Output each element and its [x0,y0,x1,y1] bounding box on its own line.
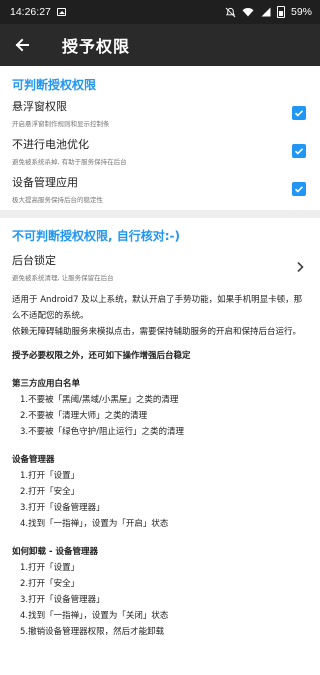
check-icon [294,110,304,117]
info-text: 适用于 Android7 及以上系统，默认开启了手势功能，如果手机明显卡顿，那么… [0,292,320,640]
page-title: 授予权限 [62,37,131,56]
battery-icon [276,6,285,18]
back-arrow-icon [15,38,29,52]
permission-row-device-admin[interactable]: 设备管理应用 极大提高服务保持后台的稳定性 [0,170,320,208]
section-title-unjudged: 不可判断授权权限, 自行核对:-) [12,228,181,243]
battery-percent: 59% [290,6,312,18]
setting-desc: 避免被系统清理, 让服务保留在后台 [12,274,114,282]
uninstall-heading: 如何卸载 - 设备管理器 [12,547,98,557]
check-icon [294,186,304,193]
list-item: 3.打开「设备管理器」 [20,595,105,605]
info-emphasis: 授予必要权限之外，还可如下操作增强后台稳定 [12,351,191,361]
section-title-judged: 可判断授权权限 [12,77,97,92]
status-time: 14:26:27 [10,6,51,18]
info-paragraph: 适用于 Android7 及以上系统，默认开启了手势功能，如果手机明显卡顿，那么… [12,295,303,321]
device-admin-checkbox[interactable] [292,182,306,196]
list-item: 4.找到「一指禅」，设置为「开启」状态 [20,519,169,529]
list-item: 1.打开「设置」 [20,471,80,481]
battery-optimization-checkbox[interactable] [292,144,306,158]
list-item: 1.打开「设置」 [20,563,80,573]
section-divider [0,210,320,218]
list-item: 2.不要被「清理大师」之类的清理 [20,411,148,421]
device-admin-heading: 设备管理器 [12,455,55,465]
whitelist-heading: 第三方应用白名单 [12,379,81,389]
background-lock-row[interactable]: 后台锁定 避免被系统清理, 让服务保留在后台 [0,246,320,288]
signal-icon [261,7,271,17]
setting-label: 后台锁定 [12,254,56,267]
status-bar: 14:26:27 59% [0,0,320,24]
list-item: 1.不要被「黑阈/黑域/小黑屋」之类的清理 [20,395,179,405]
overlay-checkbox[interactable] [292,106,306,120]
gallery-notification-icon [56,8,66,16]
app-bar: 授予权限 [0,24,320,66]
permission-label: 悬浮窗权限 [12,100,67,113]
list-item: 5.撤销设备管理器权限，然后才能卸载 [20,627,165,637]
info-paragraph: 依赖无障碍辅助服务来模拟点击，需要保持辅助服务的开启和保持后台运行。 [12,327,302,337]
permission-row-battery[interactable]: 不进行电池优化 避免被系统杀掉, 有助于服务保持在后台 [0,132,320,170]
list-item: 3.不要被「绿色守护/阻止运行」之类的清理 [20,427,184,437]
wifi-icon [242,8,254,17]
do-not-disturb-icon [225,7,236,17]
status-right: 59% [225,6,312,18]
chevron-right-icon [294,261,306,273]
permission-row-overlay[interactable]: 悬浮窗权限 开启悬浮窗制作规则和显示控制条 [0,94,320,132]
list-item: 4.找到「一指禅」，设置为「关闭」状态 [20,611,169,621]
list-item: 2.打开「安全」 [20,487,80,497]
permission-desc: 极大提高服务保持后台的稳定性 [12,196,103,204]
permission-desc: 避免被系统杀掉, 有助于服务保持在后台 [12,158,127,166]
back-button[interactable] [12,35,32,55]
permission-desc: 开启悬浮窗制作规则和显示控制条 [12,120,110,128]
list-item: 2.打开「安全」 [20,579,80,589]
permission-label: 不进行电池优化 [12,138,89,151]
check-icon [294,148,304,155]
permission-label: 设备管理应用 [12,176,78,189]
list-item: 3.打开「设备管理器」 [20,503,105,513]
